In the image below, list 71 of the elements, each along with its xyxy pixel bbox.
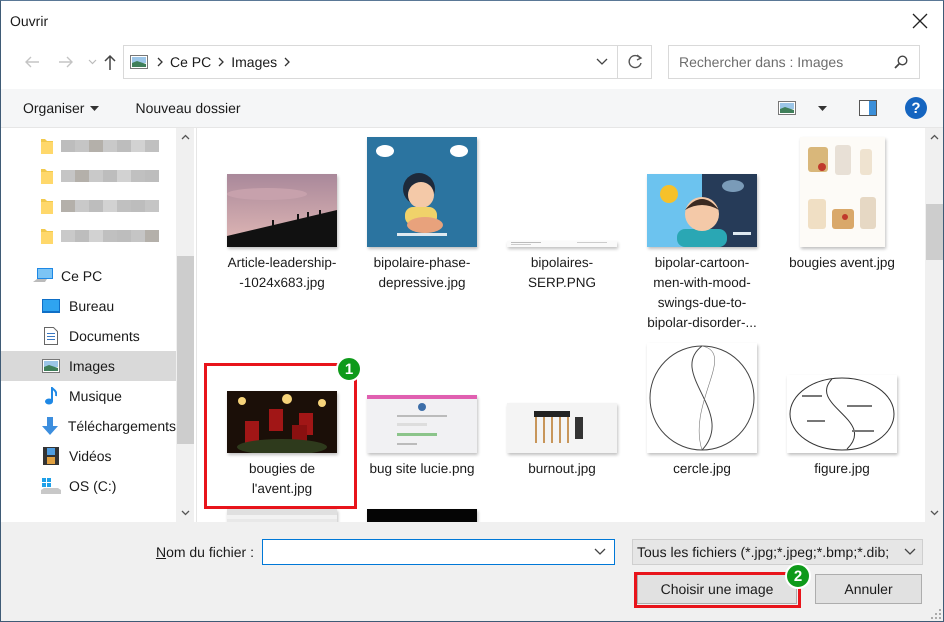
step-badge: 2 xyxy=(785,563,811,589)
sidebar-item[interactable]: Images xyxy=(1,351,176,381)
file-name-field[interactable] xyxy=(262,539,615,565)
pane-icon xyxy=(859,100,877,116)
new-folder-button[interactable]: Nouveau dossier xyxy=(125,96,251,120)
scroll-up-icon[interactable] xyxy=(180,134,190,140)
computer-icon xyxy=(33,268,53,284)
help-button[interactable]: ? xyxy=(905,97,927,119)
address-bar[interactable]: Ce PC Images xyxy=(123,45,652,79)
file-name-label: Nom du fichier : xyxy=(156,544,254,560)
image-icon xyxy=(42,359,60,373)
scroll-down-icon[interactable] xyxy=(180,510,190,516)
scroll-up-icon[interactable] xyxy=(930,134,938,140)
scroll-thumb[interactable] xyxy=(176,256,194,444)
folder-icon xyxy=(41,168,53,184)
sidebar-item[interactable]: Ce PC xyxy=(1,261,176,291)
resize-grip-icon[interactable] xyxy=(931,609,941,619)
file-name[interactable]: bipolar-cartoon-men-with-mood-swings-due-to-bipolar-disorder-... xyxy=(641,253,763,333)
file-name[interactable]: Article-leadership--1024x683.jpg xyxy=(221,253,343,293)
dropdown-icon xyxy=(904,548,916,556)
chevron-icon xyxy=(156,56,164,68)
organize-menu[interactable]: Organiser xyxy=(13,96,110,120)
file-name[interactable]: figure.jpg xyxy=(781,459,903,479)
up-arrow-icon xyxy=(104,54,116,70)
sidebar-item[interactable]: Téléchargements xyxy=(1,411,176,441)
step-badge: 1 xyxy=(336,356,362,382)
back-arrow-icon xyxy=(24,55,40,69)
dropdown-icon[interactable] xyxy=(596,58,608,66)
scroll-down-icon[interactable] xyxy=(930,510,938,516)
dropdown-icon[interactable] xyxy=(594,548,606,556)
film-icon xyxy=(43,447,59,465)
sidebar-item[interactable]: OS (C:) xyxy=(1,471,176,501)
chevron-down-icon xyxy=(88,59,96,65)
scrollbar[interactable] xyxy=(176,128,194,522)
scrollbar[interactable] xyxy=(925,128,943,522)
refresh-icon xyxy=(626,54,642,70)
folder-icon xyxy=(41,138,53,154)
file-name[interactable]: burnout.jpg xyxy=(501,459,623,479)
file-name[interactable]: bougies avent.jpg xyxy=(781,253,903,273)
folder-icon xyxy=(41,228,53,244)
sidebar-item[interactable]: Bureau xyxy=(1,291,176,321)
caret-icon xyxy=(818,106,827,110)
file-name[interactable]: bipolaire-phase-depressive.jpg xyxy=(361,253,483,293)
file-name[interactable]: bougies de l'avent.jpg xyxy=(221,459,343,499)
folder-icon xyxy=(41,198,53,214)
cancel-button[interactable]: Annuler xyxy=(815,574,922,604)
document-icon xyxy=(44,327,58,345)
sidebar-item[interactable]: Vidéos xyxy=(1,441,176,471)
forward-arrow-icon xyxy=(58,55,74,69)
file-name[interactable]: bug site lucie.png xyxy=(361,459,483,479)
close-icon xyxy=(912,12,928,28)
image-icon xyxy=(778,101,796,115)
music-note-icon xyxy=(45,387,57,405)
caret-icon xyxy=(90,106,100,110)
file-type-dropdown[interactable]: Tous les fichiers (*.jpg;*.jpeg;*.bmp;*.dib; xyxy=(632,539,923,565)
chevron-icon xyxy=(283,56,292,68)
file-name[interactable]: bipolaires-SERP.PNG xyxy=(501,253,623,293)
file-name[interactable]: cercle.jpg xyxy=(641,459,763,479)
search-field[interactable]: Rechercher dans : Images xyxy=(668,45,920,79)
download-arrow-icon xyxy=(41,417,60,435)
search-icon xyxy=(894,55,908,69)
scroll-thumb[interactable] xyxy=(926,204,942,260)
chevron-icon xyxy=(217,56,226,68)
breadcrumb[interactable]: Images xyxy=(225,54,284,70)
window-title: Ouvrir xyxy=(10,12,50,28)
sidebar-item[interactable]: Musique xyxy=(1,381,176,411)
desktop-icon xyxy=(42,299,60,313)
breadcrumb[interactable]: Ce PC xyxy=(164,54,218,70)
drive-icon xyxy=(41,478,61,494)
image-icon xyxy=(130,55,148,69)
sidebar-item[interactable]: Documents xyxy=(1,321,176,351)
